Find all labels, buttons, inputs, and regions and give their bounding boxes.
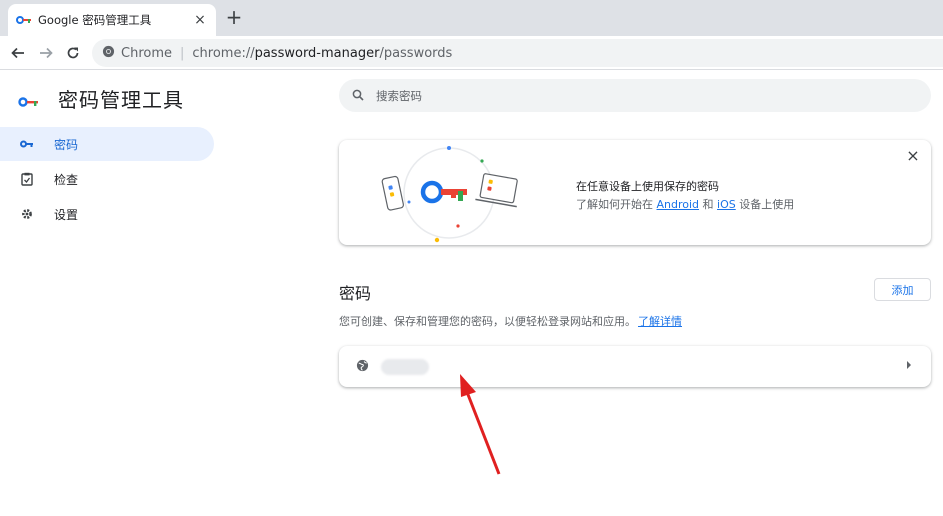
key-logo-icon <box>18 93 40 107</box>
add-password-button[interactable]: 添加 <box>874 278 931 301</box>
android-link[interactable]: Android <box>657 198 700 211</box>
chevron-right-icon <box>907 361 911 369</box>
promo-subtext-mid: 和 <box>699 198 718 211</box>
device-illustration <box>381 146 518 243</box>
promo-subtext: 了解如何开始在 Android 和 iOS 设备上使用 <box>576 196 794 212</box>
promo-heading: 在任意设备上使用保存的密码 <box>576 180 719 193</box>
learn-more-link[interactable]: 了解详情 <box>638 315 682 328</box>
app-title: 密码管理工具 <box>58 88 184 112</box>
saved-password-row[interactable] <box>339 346 931 387</box>
promo-subtext-suffix: 设备上使用 <box>735 198 795 211</box>
new-tab-button[interactable]: + <box>222 6 246 30</box>
omnibox-separator: | <box>180 45 185 61</box>
sidebar-item-passwords[interactable]: 密码 <box>0 127 214 161</box>
app-header: 密码管理工具 <box>18 84 184 113</box>
promo-subtext-prefix: 了解如何开始在 <box>576 198 657 211</box>
promo-card: 在任意设备上使用保存的密码 了解如何开始在 Android 和 iOS 设备上使… <box>339 140 931 245</box>
key-icon <box>20 137 34 151</box>
sidebar-item-settings[interactable]: 设置 <box>0 197 214 231</box>
forward-arrow-icon[interactable] <box>34 41 58 65</box>
back-arrow-icon[interactable] <box>6 41 30 65</box>
sidebar-item-label: 检查 <box>54 172 79 187</box>
passwords-description: 您可创建、保存和管理您的密码，以便轻松登录网站和应用。 了解详情 <box>339 313 682 329</box>
reload-icon[interactable] <box>61 41 85 65</box>
key-icon <box>16 12 32 28</box>
sidebar-item-label: 设置 <box>54 207 79 222</box>
browser-toolbar: Chrome | chrome://password-manager/passw… <box>0 36 943 70</box>
globe-icon <box>356 357 369 376</box>
passwords-section-title: 密码 <box>339 284 372 303</box>
tab-strip: Google 密码管理工具 × + <box>0 0 943 36</box>
tab-close-icon[interactable]: × <box>192 12 208 28</box>
close-icon[interactable]: × <box>905 148 921 164</box>
tab-title: Google 密码管理工具 <box>38 13 152 27</box>
chrome-logo-icon <box>102 45 115 62</box>
ios-link[interactable]: iOS <box>717 198 736 211</box>
clipboard-check-icon <box>20 172 34 186</box>
url-scheme: chrome:// <box>192 45 255 61</box>
url-path: /passwords <box>379 45 453 61</box>
address-bar[interactable]: Chrome | chrome://password-manager/passw… <box>92 39 943 67</box>
search-icon <box>352 86 364 105</box>
url-host: password-manager <box>254 45 380 61</box>
sidebar-item-checkup[interactable]: 检查 <box>0 162 214 196</box>
site-chip: Chrome <box>121 45 172 61</box>
browser-tab[interactable]: Google 密码管理工具 × <box>8 4 216 36</box>
description-text: 您可创建、保存和管理您的密码，以便轻松登录网站和应用。 <box>339 315 636 328</box>
sidebar-item-label: 密码 <box>54 137 79 152</box>
search-input[interactable] <box>376 88 876 103</box>
password-search-bar <box>339 79 931 112</box>
gear-icon <box>20 207 34 221</box>
blurred-site-name <box>381 358 429 375</box>
